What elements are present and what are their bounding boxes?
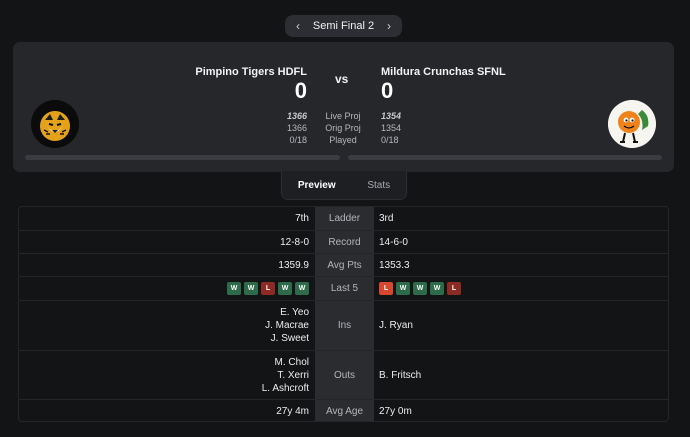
avg-pts-label: Avg Pts	[315, 254, 374, 276]
home-team-logo	[31, 100, 79, 148]
home-out-player[interactable]: T. Xerri	[277, 369, 309, 382]
last5-label: Last 5	[315, 277, 374, 300]
chevron-left-icon[interactable]: ‹	[291, 19, 305, 33]
home-record: 12-8-0	[280, 236, 309, 248]
avg-age-row: 27y 4m Avg Age 27y 0m	[19, 399, 668, 421]
avg-age-label: Avg Age	[315, 400, 374, 421]
away-live-proj: 1354	[381, 111, 402, 121]
preview-table: 7th Ladder 3rd 12-8-0 Record 14-6-0 1359…	[18, 206, 669, 422]
home-in-player[interactable]: E. Yeo	[280, 306, 309, 319]
home-last5-result-badge: W	[227, 282, 241, 295]
away-last5-result-badge: L	[447, 282, 461, 295]
away-outs: B. Fritsch	[374, 351, 668, 399]
away-in-player[interactable]: J. Ryan	[379, 320, 413, 331]
orig-proj-label: Orig Proj	[325, 123, 361, 133]
outs-row: M. Chol T. Xerri L. Ashcroft Outs B. Fri…	[19, 350, 668, 399]
away-avg-age: 27y 0m	[379, 406, 412, 417]
live-proj-label: Live Proj	[325, 111, 361, 121]
round-selector: ‹ Semi Final 2 ›	[285, 15, 402, 37]
chevron-right-icon[interactable]: ›	[382, 19, 396, 33]
away-last5: LWWWL	[374, 277, 668, 300]
home-out-player[interactable]: L. Ashcroft	[262, 382, 309, 395]
home-projections: 1366 1366 0/18	[287, 110, 307, 146]
played-label: Played	[329, 135, 357, 145]
home-last5-result-badge: W	[244, 282, 258, 295]
avg-pts-row: 1359.9 Avg Pts 1353.3	[19, 253, 668, 276]
home-last5: WWLWW	[19, 277, 315, 300]
ins-row: E. Yeo J. Macrae J. Sweet Ins J. Ryan	[19, 300, 668, 350]
home-last5-result-badge: W	[295, 282, 309, 295]
tab-stats[interactable]: Stats	[361, 180, 396, 191]
away-avg-pts: 1353.3	[379, 259, 410, 271]
home-outs: M. Chol T. Xerri L. Ashcroft	[19, 351, 315, 399]
away-played-progress-bar	[348, 155, 662, 160]
vs-label: vs	[335, 72, 349, 86]
home-in-player[interactable]: J. Macrae	[265, 319, 309, 332]
home-score: 0	[294, 78, 307, 103]
home-ladder: 7th	[295, 213, 309, 224]
away-projections: 1354 1354 0/18	[381, 110, 401, 146]
home-played: 0/18	[289, 135, 307, 145]
away-last5-result-badge: W	[413, 282, 427, 295]
away-team-logo	[608, 100, 656, 148]
ladder-label: Ladder	[315, 207, 374, 230]
home-in-player[interactable]: J. Sweet	[271, 332, 309, 345]
ladder-row: 7th Ladder 3rd	[19, 207, 668, 230]
record-label: Record	[315, 231, 374, 253]
ins-label: Ins	[315, 301, 374, 350]
away-record: 14-6-0	[379, 236, 408, 248]
away-last5-result-badge: W	[396, 282, 410, 295]
home-last5-result-badge: W	[278, 282, 292, 295]
home-last5-result-badge: L	[261, 282, 275, 295]
away-ins: J. Ryan	[374, 301, 668, 350]
away-ladder: 3rd	[379, 213, 394, 224]
away-played: 0/18	[381, 135, 399, 145]
away-last5-result-badge: W	[430, 282, 444, 295]
tab-preview[interactable]: Preview	[292, 180, 342, 191]
view-tabs: Preview Stats	[281, 171, 407, 200]
home-ins: E. Yeo J. Macrae J. Sweet	[19, 301, 315, 350]
home-avg-age: 27y 4m	[276, 406, 309, 417]
away-out-player[interactable]: B. Fritsch	[379, 370, 421, 381]
projection-labels: Live Proj Orig Proj Played	[313, 110, 373, 146]
home-avg-pts: 1359.9	[278, 259, 309, 271]
home-out-player[interactable]: M. Chol	[275, 356, 309, 369]
away-last5-result-badge: L	[379, 282, 393, 295]
home-orig-proj: 1366	[286, 123, 307, 133]
record-row: 12-8-0 Record 14-6-0	[19, 230, 668, 253]
outs-label: Outs	[315, 351, 374, 399]
last5-row: WWLWW Last 5 LWWWL	[19, 276, 668, 300]
round-label: Semi Final 2	[312, 20, 375, 32]
home-live-proj: 1366	[286, 111, 307, 121]
away-orig-proj: 1354	[381, 123, 402, 133]
home-team-name[interactable]: Pimpino Tigers HDFL	[195, 66, 307, 78]
away-score: 0	[381, 78, 394, 103]
home-played-progress-bar	[25, 155, 340, 160]
away-team-name[interactable]: Mildura Crunchas SFNL	[381, 66, 506, 78]
matchup-card: Pimpino Tigers HDFL Mildura Crunchas SFN…	[13, 42, 674, 172]
